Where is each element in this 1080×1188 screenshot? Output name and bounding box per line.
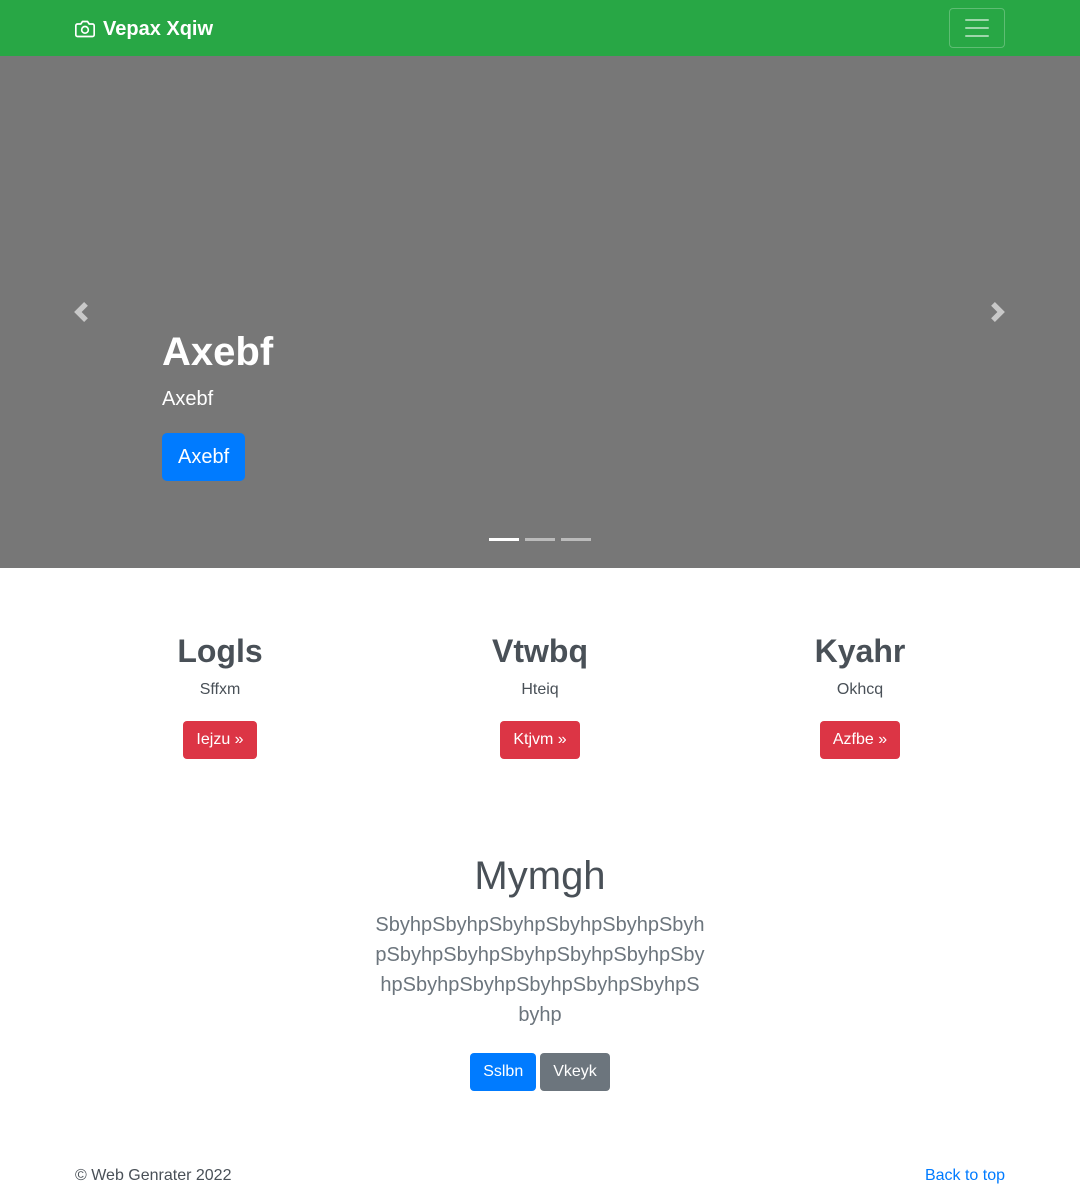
feature-column-2: Vtwbq Hteiq Ktjvm » <box>390 632 690 760</box>
feature-text: Hteiq <box>521 681 559 699</box>
feature-text: Sffxm <box>199 681 241 699</box>
carousel-cta-button[interactable]: Axebf <box>162 433 246 481</box>
navbar-brand[interactable]: Vepax Xqiw <box>75 15 213 43</box>
feature-title: Vtwbq <box>492 633 588 669</box>
secondary-button[interactable]: Vkeyk <box>540 1053 610 1091</box>
carousel-indicator-2[interactable] <box>525 538 555 541</box>
chevron-right-icon <box>991 302 1005 322</box>
carousel-caption-title: Axebf <box>162 330 274 374</box>
carousel-caption-text: Axebf <box>162 388 214 410</box>
camera-icon <box>75 20 95 38</box>
feature-column-3: Kyahr Okhcq Azfbe » <box>710 632 1010 760</box>
primary-button[interactable]: Sslbn <box>470 1053 537 1091</box>
footer-copyright: © Web Genrater 2022 <box>75 1167 232 1184</box>
chevron-left-icon <box>74 302 88 322</box>
hamburger-menu-icon <box>965 19 989 37</box>
section-button-row: Sslbn Vkeyk <box>0 1053 1080 1091</box>
section-title: Mymgh <box>474 854 606 898</box>
carousel-next-control[interactable] <box>978 292 1018 332</box>
feature-column-1: Logls Sffxm Iejzu » <box>70 632 370 760</box>
feature-button-3[interactable]: Azfbe » <box>819 721 901 760</box>
carousel-indicator-1[interactable] <box>489 538 519 541</box>
carousel-indicators <box>489 538 591 541</box>
section-lead: SbyhpSbyhpSbyhpSbyhpSbyhpSbyhpSbyhpSbyhp… <box>375 914 705 1026</box>
brand-name: Vepax Xqiw <box>103 17 214 40</box>
feature-title: Kyahr <box>814 633 906 669</box>
back-to-top-link[interactable]: Back to top <box>925 1167 1005 1185</box>
feature-title: Logls <box>177 633 263 669</box>
feature-button-1[interactable]: Iejzu » <box>183 721 257 760</box>
hero-carousel: Axebf Axebf Axebf <box>0 56 1080 568</box>
feature-text: Okhcq <box>836 681 884 699</box>
feature-button-2[interactable]: Ktjvm » <box>500 721 580 760</box>
jumbotron-section: Mymgh SbyhpSbyhpSbyhpSbyhpSbyhpSbyhpSbyh… <box>0 852 1080 1091</box>
navbar: Vepax Xqiw <box>0 0 1080 56</box>
carousel-caption: Axebf Axebf Axebf <box>162 328 273 481</box>
carousel-prev-control[interactable] <box>61 292 101 332</box>
navbar-toggler-button[interactable] <box>949 8 1005 48</box>
carousel-indicator-3[interactable] <box>561 538 591 541</box>
